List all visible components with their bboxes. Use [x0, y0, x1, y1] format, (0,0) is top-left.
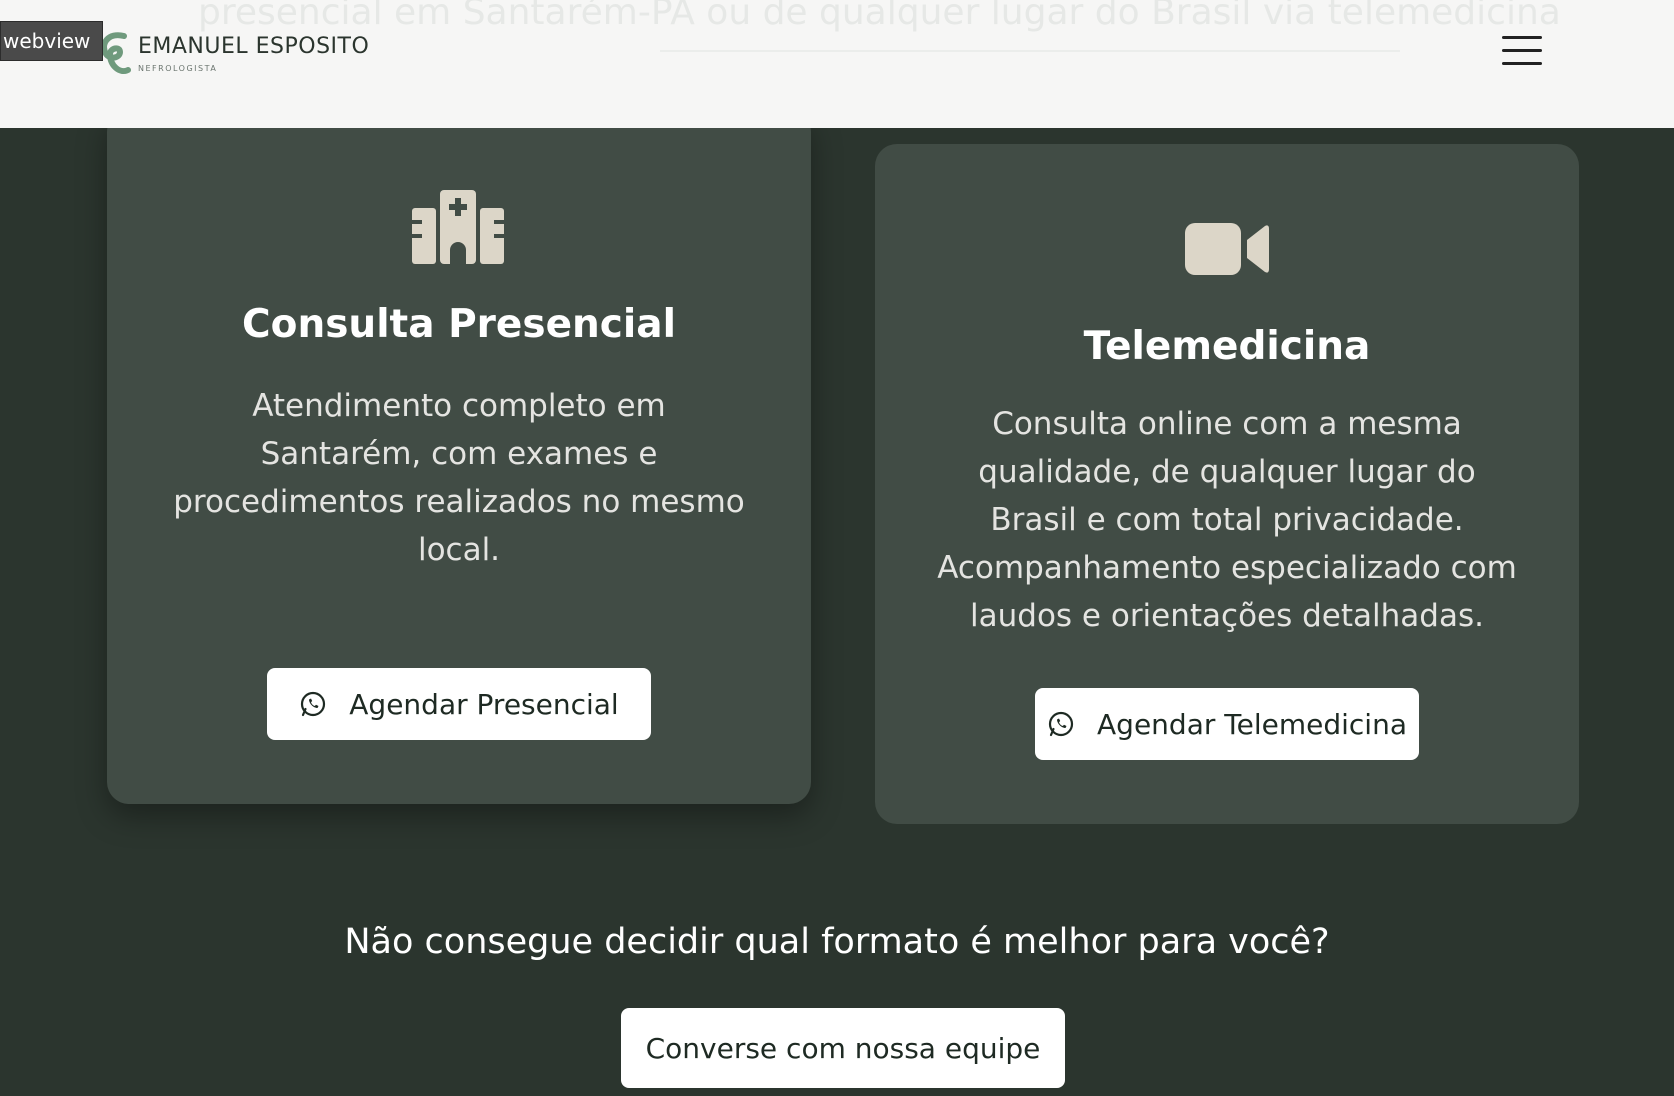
- whatsapp-icon: [1048, 711, 1074, 737]
- card-description: Consulta online com a mesma qualidade, d…: [937, 406, 1517, 634]
- page: presencial em Santarém-PA ou de qualquer…: [0, 0, 1674, 1096]
- logo-name: EMANUEL ESPOSITO: [138, 34, 370, 60]
- webview-label: webview: [0, 21, 104, 61]
- cta-question: Não consegue decidir qual formato é melh…: [344, 922, 1330, 962]
- whatsapp-icon: [301, 691, 326, 717]
- card-telemedicina: Telemedicina Consulta online com a mesma…: [875, 144, 1579, 824]
- button-label: Agendar Presencial: [349, 687, 619, 721]
- card-consulta-presencial: Consulta Presencial Atendimento completo…: [107, 110, 811, 804]
- scrolled-hero-text: presencial em Santarém-PA ou de qualquer…: [198, 0, 1561, 33]
- video-camera-icon: [1185, 223, 1269, 275]
- logo-text: EMANUEL ESPOSITO NEFROLOGISTA: [138, 34, 370, 73]
- button-label: Agendar Telemedicina: [1097, 707, 1407, 741]
- site-header: presencial em Santarém-PA ou de qualquer…: [0, 0, 1674, 128]
- card-description: Atendimento completo em Santarém, com ex…: [173, 388, 745, 568]
- logo[interactable]: EMANUEL ESPOSITO NEFROLOGISTA: [94, 24, 369, 84]
- agendar-telemedicina-button[interactable]: Agendar Telemedicina: [1035, 688, 1419, 760]
- card-title: Consulta Presencial: [242, 302, 676, 347]
- card-title: Telemedicina: [1083, 324, 1371, 369]
- button-label: Converse com nossa equipe: [645, 1031, 1041, 1065]
- hospital-icon: [412, 190, 504, 264]
- converse-com-equipe-button[interactable]: Converse com nossa equipe: [621, 1008, 1065, 1088]
- scrolled-underline: [660, 50, 1400, 52]
- logo-subtitle: NEFROLOGISTA: [138, 63, 218, 73]
- hamburger-menu-icon[interactable]: [1502, 36, 1542, 72]
- agendar-presencial-button[interactable]: Agendar Presencial: [267, 668, 651, 740]
